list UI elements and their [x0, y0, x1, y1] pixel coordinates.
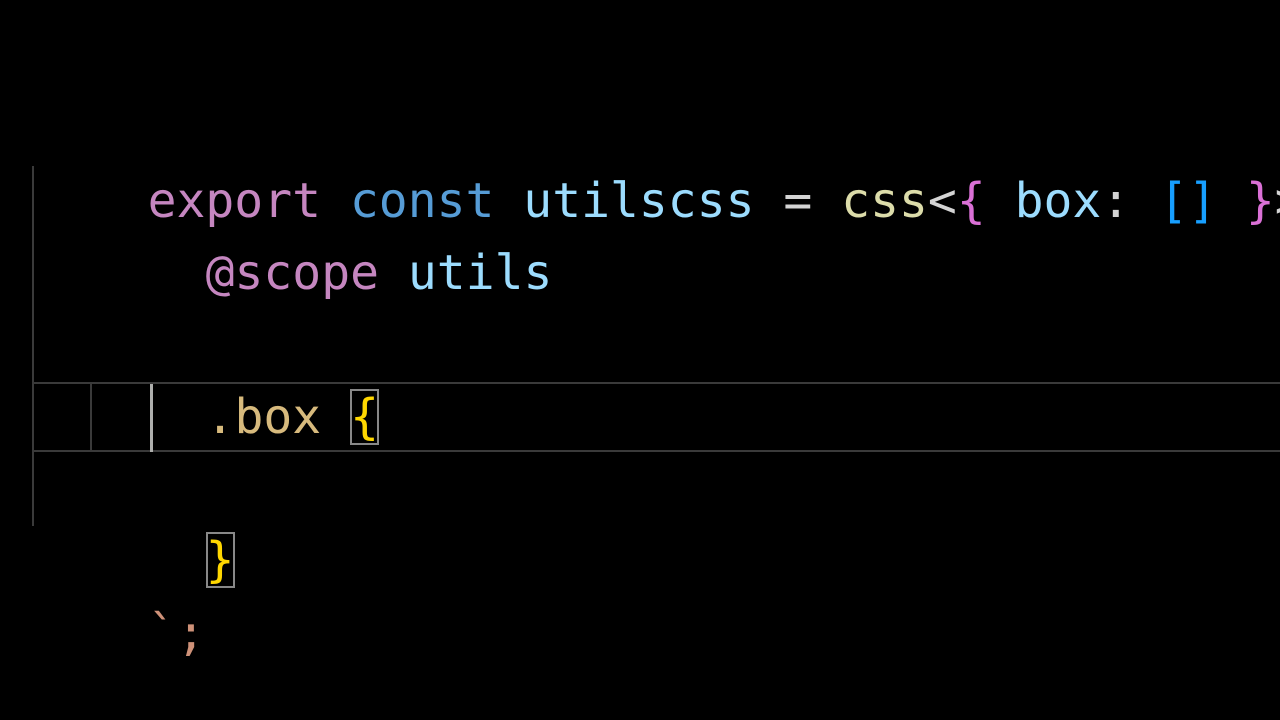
colon: :	[1101, 173, 1131, 229]
brace-close-match: }	[205, 532, 235, 588]
generic-open: <	[927, 173, 957, 229]
code-editor[interactable]: export const utilscss = css<{ box: [] }>…	[0, 0, 1280, 720]
code-line-1: export const utilscss = css<{ box: [] }>…	[32, 96, 1280, 229]
function-name: css	[841, 173, 928, 229]
array-brackets: []	[1159, 173, 1217, 229]
text-cursor	[150, 384, 153, 452]
template-close: `;	[147, 605, 206, 661]
code-line-4: .box {	[90, 312, 379, 445]
scope-name: utils	[407, 245, 553, 301]
brace-close-bracket: }	[1245, 173, 1275, 229]
property-name: box	[1014, 173, 1102, 229]
variable-name: utilscss	[523, 173, 755, 229]
operator-equals: =	[783, 173, 813, 229]
code-line-6: }	[90, 455, 235, 588]
generic-close: >	[1275, 173, 1280, 229]
code-line-2: @scope utils	[90, 168, 553, 301]
brace-open-bracket: {	[956, 173, 986, 229]
brace-open-match: {	[350, 389, 379, 445]
css-selector: .box	[205, 389, 322, 445]
code-line-7: `;	[32, 528, 206, 661]
at-rule-scope: @scope	[205, 245, 379, 301]
